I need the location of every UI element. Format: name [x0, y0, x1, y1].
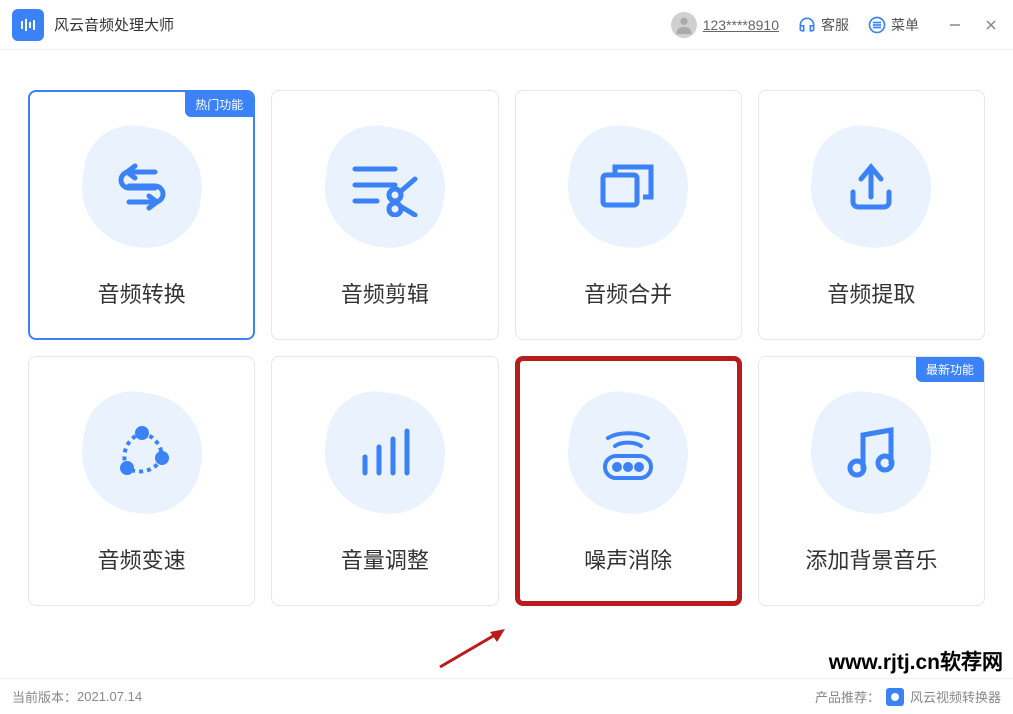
card-denoise[interactable]: 噪声消除	[515, 356, 742, 606]
card-grid: 热门功能 音频转换	[28, 90, 985, 606]
menu-button[interactable]: 菜单	[867, 15, 919, 35]
card-audio-extract[interactable]: 音频提取	[758, 90, 985, 340]
card-label: 音频剪辑	[341, 277, 429, 309]
badge-new: 最新功能	[916, 357, 984, 382]
card-audio-convert[interactable]: 热门功能 音频转换	[28, 90, 255, 340]
extract-icon	[806, 122, 936, 252]
titlebar-right: 123****8910 客服 菜单	[671, 12, 1001, 38]
version-value: 2021.07.14	[77, 689, 142, 704]
close-button[interactable]	[981, 15, 1001, 35]
card-add-bgm[interactable]: 最新功能 添加背景音乐	[758, 356, 985, 606]
volume-icon	[320, 388, 450, 518]
avatar-icon	[671, 12, 697, 38]
support-label: 客服	[821, 15, 849, 35]
card-label: 噪声消除	[584, 543, 672, 575]
merge-icon	[563, 122, 693, 252]
arrow-annotation	[430, 617, 520, 682]
card-label: 音频提取	[827, 277, 915, 309]
user-area[interactable]: 123****8910	[671, 12, 779, 38]
footer: 当前版本： 2021.07.14 产品推荐： 风云视频转换器	[0, 678, 1013, 714]
cut-icon	[320, 122, 450, 252]
badge-hot: 热门功能	[185, 92, 253, 117]
minimize-button[interactable]	[945, 15, 965, 35]
app-title: 风云音频处理大师	[54, 14, 174, 35]
card-label: 音频变速	[98, 543, 186, 575]
card-label: 音频合并	[584, 277, 672, 309]
recommend-product[interactable]: 风云视频转换器	[910, 687, 1001, 706]
menu-label: 菜单	[891, 15, 919, 35]
window-controls	[945, 15, 1001, 35]
app-logo	[12, 9, 44, 41]
headset-icon	[797, 15, 817, 35]
convert-icon	[77, 122, 207, 252]
denoise-icon	[563, 388, 693, 518]
recommend-label: 产品推荐：	[815, 687, 880, 706]
card-label: 添加背景音乐	[805, 543, 937, 575]
footer-right: 产品推荐： 风云视频转换器	[815, 687, 1001, 706]
bgm-icon	[806, 388, 936, 518]
card-audio-speed[interactable]: 音频变速	[28, 356, 255, 606]
support-button[interactable]: 客服	[797, 15, 849, 35]
username[interactable]: 123****8910	[703, 17, 779, 33]
speed-icon	[77, 388, 207, 518]
version-label: 当前版本：	[12, 687, 77, 706]
titlebar: 风云音频处理大师 123****8910 客服	[0, 0, 1013, 50]
card-label: 音频转换	[98, 277, 186, 309]
watermark: www.rjtj.cn软荐网	[829, 646, 1003, 676]
card-volume-adjust[interactable]: 音量调整	[271, 356, 498, 606]
recommend-icon	[886, 688, 904, 706]
card-audio-cut[interactable]: 音频剪辑	[271, 90, 498, 340]
menu-icon	[867, 15, 887, 35]
main-content: 热门功能 音频转换	[0, 50, 1013, 626]
card-audio-merge[interactable]: 音频合并	[515, 90, 742, 340]
card-label: 音量调整	[341, 543, 429, 575]
